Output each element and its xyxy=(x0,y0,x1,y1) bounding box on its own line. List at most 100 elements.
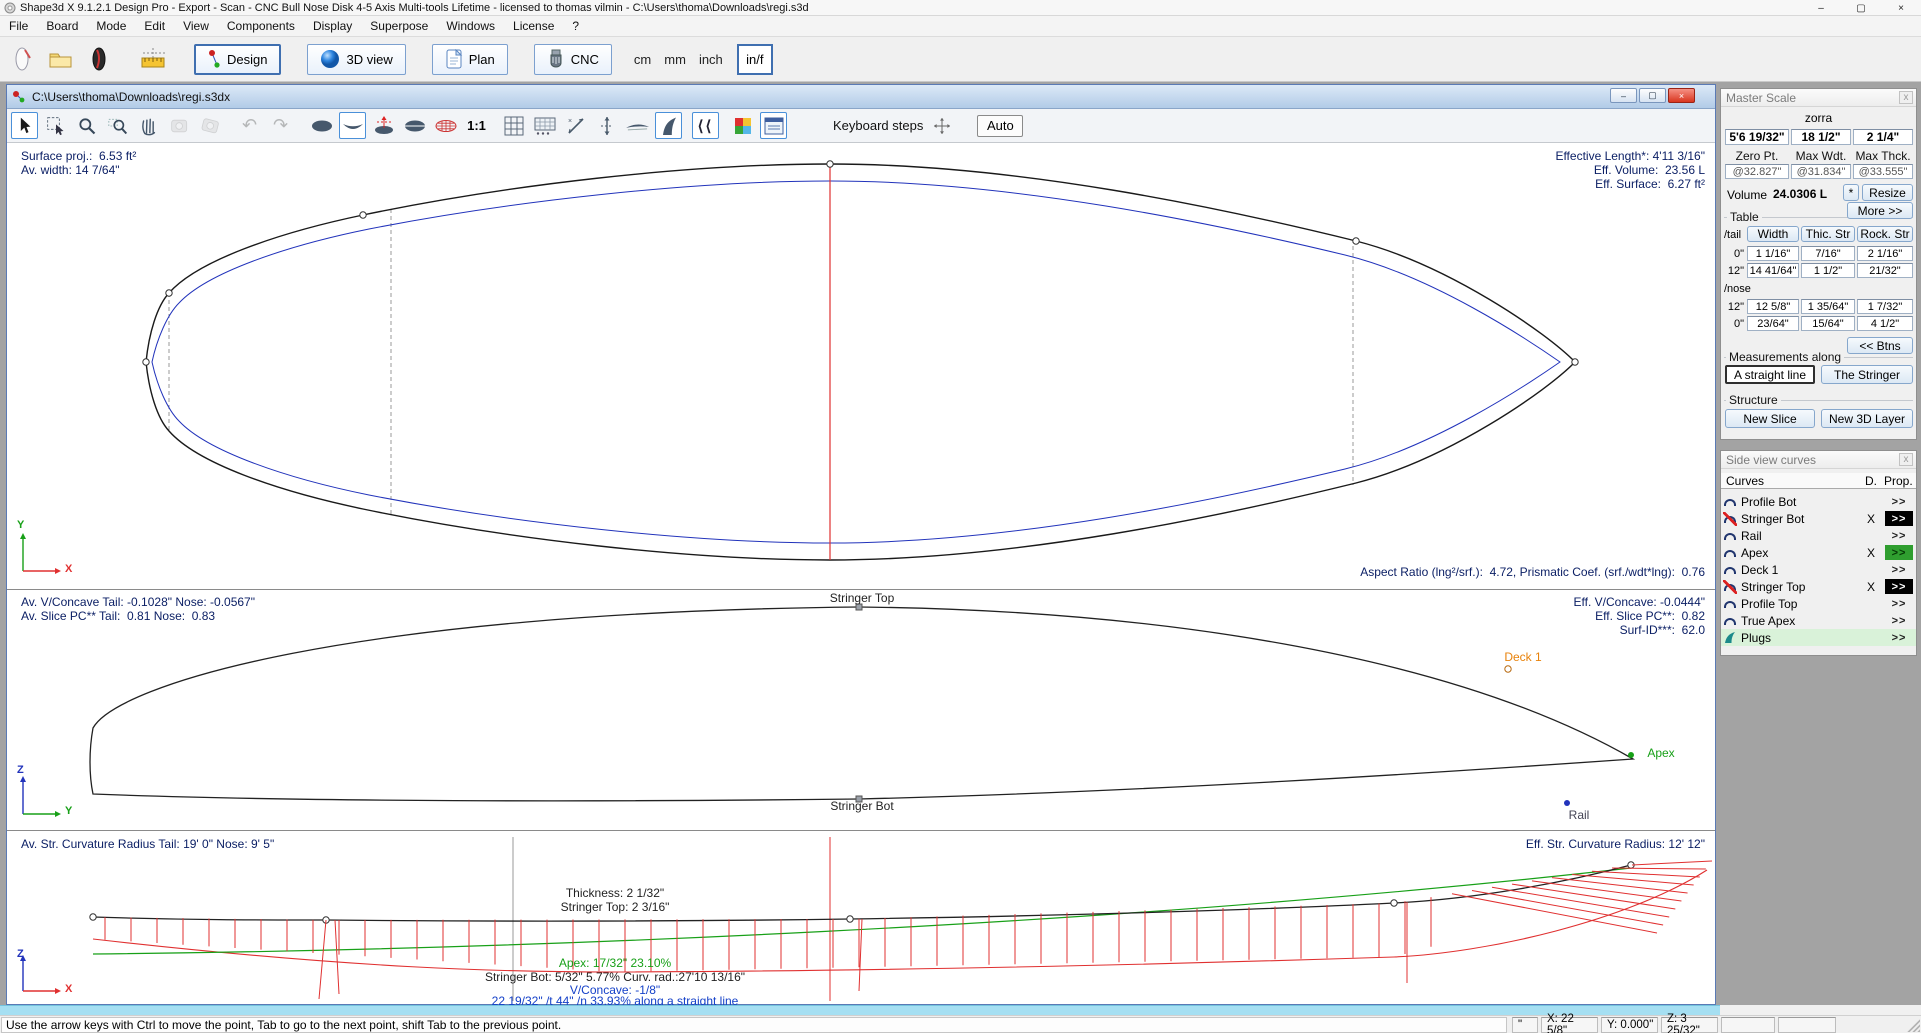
width-value[interactable]: 18 1/2" xyxy=(1791,129,1851,145)
rock-column-button[interactable]: Rock. Str xyxy=(1857,226,1913,242)
side-view-drawing[interactable] xyxy=(7,590,1717,830)
curve-row-stringer-top[interactable]: Stringer Top X >> xyxy=(1721,578,1916,595)
minimize-button[interactable]: – xyxy=(1801,0,1841,16)
auto-button[interactable]: Auto xyxy=(977,115,1023,137)
menu-windows[interactable]: Windows xyxy=(437,17,504,35)
outline-view-drawing[interactable] xyxy=(7,143,1717,589)
curve-prop-button[interactable]: >> xyxy=(1885,494,1913,509)
board-side-view-button[interactable] xyxy=(624,112,651,139)
d-column-label[interactable]: D. xyxy=(1865,474,1877,488)
open-file-button[interactable] xyxy=(46,44,76,74)
tail-row1-width[interactable]: 14 41/64" xyxy=(1747,263,1799,278)
master-scale-close-icon[interactable]: x xyxy=(1899,91,1913,104)
curve-row-profile-top[interactable]: Profile Top >> xyxy=(1721,595,1916,612)
doc-close-button[interactable]: × xyxy=(1668,88,1695,103)
unit-inch[interactable]: inch xyxy=(699,52,723,67)
menu-license[interactable]: License xyxy=(504,17,563,35)
curve-row-deck1[interactable]: Deck 1 >> xyxy=(1721,561,1916,578)
curve-display-flag[interactable]: X xyxy=(1867,546,1875,560)
slice-view-button[interactable] xyxy=(370,112,397,139)
3d-view-button[interactable]: 3D view xyxy=(307,44,405,75)
tail-row0-thic[interactable]: 7/16" xyxy=(1801,246,1855,261)
master-scale-header[interactable]: Master Scale x xyxy=(1721,89,1916,107)
length-value[interactable]: 5'6 19/32" xyxy=(1725,129,1789,145)
rotate-view-alt-button[interactable] xyxy=(197,112,224,139)
zero-pt-value[interactable]: @32.827" xyxy=(1725,164,1789,179)
bottom-curve-view-button[interactable] xyxy=(339,112,366,139)
design-mode-button[interactable]: Design xyxy=(194,44,281,75)
straight-line-button[interactable]: A straight line xyxy=(1725,365,1815,384)
side-curves-header[interactable]: Side view curves x xyxy=(1721,451,1916,469)
curve-row-rail[interactable]: Rail >> xyxy=(1721,527,1916,544)
zoom-tool-button[interactable] xyxy=(73,112,100,139)
width-column-button[interactable]: Width xyxy=(1747,226,1799,242)
star-button[interactable]: * xyxy=(1843,184,1859,201)
slice-panel-button[interactable] xyxy=(531,112,558,139)
curve-display-flag[interactable]: X xyxy=(1867,512,1875,526)
nose-row0-thic[interactable]: 1 35/64" xyxy=(1801,299,1855,314)
curves-column-label[interactable]: Curves xyxy=(1726,474,1764,488)
doc-minimize-button[interactable]: – xyxy=(1610,88,1637,103)
curve-prop-button[interactable]: >> xyxy=(1885,511,1913,526)
redo-button[interactable]: ↷ xyxy=(267,112,294,139)
curve-row-stringer-bot[interactable]: Stringer Bot X >> xyxy=(1721,510,1916,527)
thickness-value[interactable]: 2 1/4" xyxy=(1853,129,1913,145)
curvature-toggle-button[interactable]: ⟨⟨ xyxy=(692,112,719,139)
thickness-view-button[interactable] xyxy=(401,112,428,139)
menu-mode[interactable]: Mode xyxy=(87,17,135,35)
new-board-button[interactable] xyxy=(8,44,38,74)
rotate-view-button[interactable] xyxy=(166,112,193,139)
curvature-view-drawing[interactable] xyxy=(7,831,1717,1004)
curve-row-profile-bot[interactable]: Profile Bot >> xyxy=(1721,493,1916,510)
pan-tool-button[interactable] xyxy=(135,112,162,139)
menu-components[interactable]: Components xyxy=(218,17,304,35)
menu-file[interactable]: File xyxy=(0,17,37,35)
unit-mm[interactable]: mm xyxy=(664,52,686,67)
ruler-button[interactable] xyxy=(138,44,168,74)
menu-help[interactable]: ? xyxy=(563,17,588,35)
curve-prop-button[interactable]: >> xyxy=(1885,545,1913,560)
plan-mode-button[interactable]: Plan xyxy=(432,44,508,75)
curve-prop-button[interactable]: >> xyxy=(1885,562,1913,577)
unit-inf-selected[interactable]: in/f xyxy=(737,44,773,75)
max-thck-value[interactable]: @33.555" xyxy=(1853,164,1913,179)
more-button[interactable]: More >> xyxy=(1847,202,1913,219)
btns-button[interactable]: << Btns xyxy=(1847,337,1913,354)
curve-display-flag[interactable]: X xyxy=(1867,580,1875,594)
curve-row-plugs[interactable]: Plugs >> xyxy=(1721,629,1916,646)
menu-view[interactable]: View xyxy=(174,17,218,35)
tail-row0-width[interactable]: 1 1/16" xyxy=(1747,246,1799,261)
fin-toggle-button[interactable] xyxy=(655,112,682,139)
grid-toggle-button[interactable] xyxy=(500,112,527,139)
menu-superpose[interactable]: Superpose xyxy=(361,17,437,35)
nose-row0-rock[interactable]: 1 7/32" xyxy=(1857,299,1913,314)
tail-row1-rock[interactable]: 21/32" xyxy=(1857,263,1913,278)
curve-row-apex[interactable]: Apex X >> xyxy=(1721,544,1916,561)
nose-row1-rock[interactable]: 4 1/2" xyxy=(1857,316,1913,331)
undo-button[interactable]: ↶ xyxy=(236,112,263,139)
tail-row0-rock[interactable]: 2 1/16" xyxy=(1857,246,1913,261)
menu-edit[interactable]: Edit xyxy=(135,17,174,35)
properties-panel-toggle-button[interactable] xyxy=(760,112,787,139)
doc-maximize-button[interactable]: ▢ xyxy=(1639,88,1666,103)
resize-button[interactable]: Resize xyxy=(1862,184,1913,201)
zoom-window-tool-button[interactable] xyxy=(104,112,131,139)
prop-column-label[interactable]: Prop. xyxy=(1884,474,1913,488)
unit-cm[interactable]: cm xyxy=(634,52,651,67)
slices-mesh-view-button[interactable] xyxy=(432,112,459,139)
new-3d-layer-button[interactable]: New 3D Layer xyxy=(1821,409,1913,428)
curve-prop-button[interactable]: >> xyxy=(1885,596,1913,611)
marquee-select-tool-button[interactable] xyxy=(42,112,69,139)
curve-prop-button[interactable]: >> xyxy=(1885,613,1913,628)
guideline-tool-button[interactable] xyxy=(593,112,620,139)
save-button[interactable] xyxy=(84,44,114,74)
curve-prop-button[interactable]: >> xyxy=(1885,528,1913,543)
colors-toggle-button[interactable] xyxy=(729,112,756,139)
select-tool-button[interactable] xyxy=(11,112,38,139)
cnc-mode-button[interactable]: CNC xyxy=(534,44,612,75)
thic-column-button[interactable]: Thic. Str xyxy=(1801,226,1855,242)
nose-row0-width[interactable]: 12 5/8" xyxy=(1747,299,1799,314)
maximize-button[interactable]: ▢ xyxy=(1841,0,1881,16)
menu-board[interactable]: Board xyxy=(37,17,87,35)
curve-row-true-apex[interactable]: True Apex >> xyxy=(1721,612,1916,629)
